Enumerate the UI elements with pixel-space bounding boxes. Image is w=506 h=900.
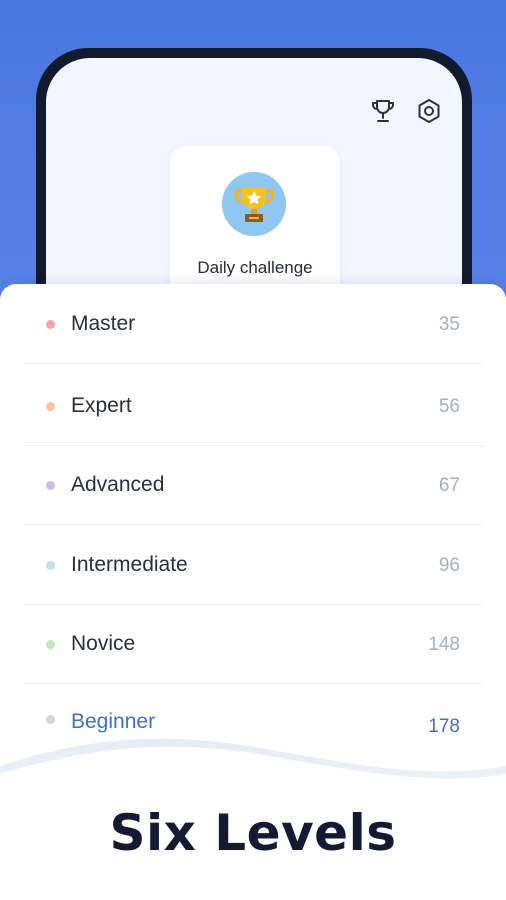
level-count: 35 bbox=[438, 314, 460, 335]
level-row-expert[interactable]: Expert 56 bbox=[24, 366, 484, 446]
level-row-intermediate[interactable]: Intermediate 96 bbox=[24, 525, 484, 605]
trophy-icon[interactable] bbox=[368, 96, 398, 126]
level-color-dot bbox=[46, 481, 55, 490]
level-name: Expert bbox=[71, 394, 132, 417]
daily-challenge-card[interactable]: Daily challenge bbox=[170, 146, 340, 306]
level-row-master[interactable]: Master 35 bbox=[24, 284, 484, 364]
settings-gear-icon[interactable] bbox=[414, 96, 444, 126]
level-row-advanced[interactable]: Advanced 67 bbox=[24, 445, 484, 525]
gold-trophy-icon bbox=[222, 172, 286, 236]
level-color-dot bbox=[46, 402, 55, 411]
level-name: Advanced bbox=[71, 473, 165, 496]
level-count: 148 bbox=[428, 634, 460, 655]
level-row-novice[interactable]: Novice 148 bbox=[24, 604, 484, 684]
level-name: Intermediate bbox=[71, 553, 188, 576]
headline-title: Six Levels bbox=[109, 804, 397, 862]
level-name: Novice bbox=[71, 632, 136, 655]
level-name: Master bbox=[71, 312, 136, 335]
level-color-dot bbox=[46, 715, 55, 724]
daily-challenge-label: Daily challenge bbox=[197, 258, 313, 277]
level-color-dot bbox=[46, 640, 55, 649]
level-count: 56 bbox=[438, 396, 460, 417]
level-color-dot bbox=[46, 320, 55, 329]
level-count: 67 bbox=[438, 475, 460, 496]
level-color-dot bbox=[46, 561, 55, 570]
level-count: 96 bbox=[438, 555, 460, 576]
